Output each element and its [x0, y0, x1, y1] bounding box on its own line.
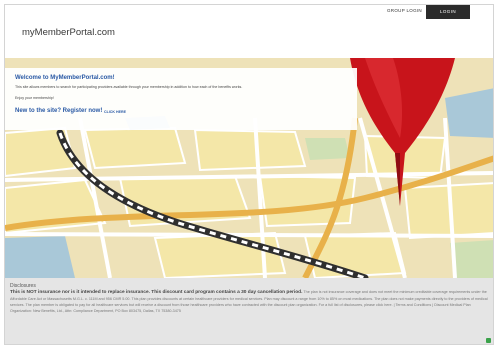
disclosures-bold-text: This is NOT insurance nor is it intended…	[10, 290, 303, 295]
chat-icon[interactable]	[486, 338, 491, 343]
register-prompt: New to the site? Register now!	[15, 108, 103, 114]
welcome-enjoy-text: Enjoy your membership!	[15, 96, 54, 100]
hero-banner: Welcome to MyMemberPortal.com! This site…	[5, 58, 493, 278]
register-click-here-link[interactable]: CLICK HERE	[104, 110, 126, 114]
group-login-link[interactable]: GROUP LOGIN	[387, 8, 422, 13]
site-logo[interactable]: myMemberPortal.com	[22, 27, 115, 38]
welcome-title: Welcome to MyMemberPortal.com!	[15, 75, 115, 81]
page-frame: GROUP LOGIN LOGIN myMemberPortal.com Wel…	[4, 4, 494, 345]
welcome-panel: Welcome to MyMemberPortal.com! This site…	[5, 68, 357, 130]
login-button[interactable]: LOGIN	[426, 5, 470, 19]
disclosures-section: Disclosures This is NOT insurance nor is…	[5, 278, 493, 344]
top-bar: GROUP LOGIN LOGIN	[5, 5, 493, 21]
disclosures-body: This is NOT insurance nor is it intended…	[10, 289, 488, 314]
welcome-description: This site allows members to search for p…	[15, 85, 243, 89]
